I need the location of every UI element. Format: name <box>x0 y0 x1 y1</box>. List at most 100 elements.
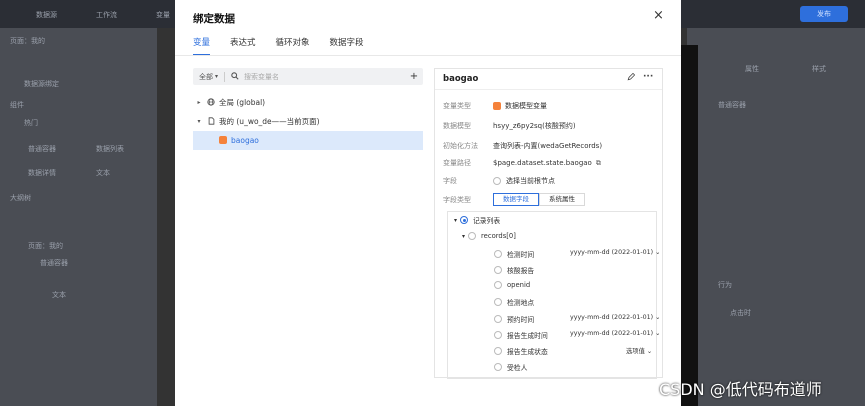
close-icon[interactable]: × <box>653 8 664 23</box>
chevron-down-icon[interactable]: ▾ <box>193 118 205 125</box>
prop-value: 查询列表-内置(wedaGetRecords) <box>493 142 603 150</box>
component-data-list[interactable]: 数据列表 <box>96 144 124 154</box>
field-item[interactable]: 受检人 <box>494 362 527 372</box>
style-tab[interactable]: 样式 <box>812 64 826 74</box>
field-label: 核酸报告 <box>507 267 535 275</box>
field-item[interactable]: 检测地点 <box>494 297 534 307</box>
option-value-dropdown[interactable]: 选项值 ⌄ <box>626 346 652 355</box>
publish-button[interactable]: 发布 <box>800 6 848 22</box>
detail-header: baogao ··· <box>435 69 662 90</box>
radio-button[interactable] <box>494 250 502 258</box>
more-icon[interactable]: ··· <box>643 72 653 82</box>
outline-text-node[interactable]: 文本 <box>52 290 66 300</box>
prop-value: $page.dataset.state.baogao <box>493 159 592 167</box>
field-label: 预约时间 <box>507 316 535 324</box>
outline-heading: 大纲树 <box>10 194 31 202</box>
globe-icon <box>205 97 217 108</box>
tree-item-global[interactable]: ▸ 全局 (global) <box>193 93 423 112</box>
radio-button[interactable] <box>494 298 502 306</box>
field-label: 受检人 <box>507 364 528 372</box>
prop-key: 字段 <box>443 177 457 185</box>
edit-icon[interactable] <box>627 72 636 84</box>
dialog-title: 绑定数据 <box>193 13 235 25</box>
page-selector[interactable]: 页面：我的 <box>10 36 45 46</box>
component-text[interactable]: 文本 <box>96 168 110 178</box>
field-item[interactable]: 检测时间 <box>494 249 534 259</box>
search-separator <box>224 71 226 82</box>
selected-component-title: 普通容器 <box>718 101 746 109</box>
tabs-divider <box>175 55 681 56</box>
tree-item-label: baogao <box>231 136 259 145</box>
radio-button[interactable] <box>494 331 502 339</box>
radio-button[interactable] <box>494 315 502 323</box>
field-type-system-attr[interactable]: 系统属性 <box>539 193 585 206</box>
radio-button-checked[interactable] <box>460 216 469 224</box>
chevron-down-icon: ⌄ <box>655 249 661 256</box>
topbar-datasource[interactable]: 数据源 <box>36 10 57 20</box>
radio-button[interactable] <box>468 232 477 240</box>
field-item[interactable]: 预约时间 <box>494 314 534 324</box>
date-format-dropdown[interactable]: yyyy-mm-dd (2022-01-01) ⌄ <box>570 314 660 321</box>
radio-button[interactable] <box>494 281 502 289</box>
prop-key: 字段类型 <box>443 195 471 204</box>
tab-loop-object[interactable]: 循环对象 <box>276 36 310 56</box>
app-right-sidebar <box>687 28 865 406</box>
tab-data-field[interactable]: 数据字段 <box>330 36 364 56</box>
dialog-tabs: 变量 表达式 循环对象 数据字段 <box>193 36 384 56</box>
date-format-dropdown[interactable]: yyyy-mm-dd (2022-01-01) ⌄ <box>570 330 660 337</box>
component-container[interactable]: 普通容器 <box>28 144 56 154</box>
topbar-variables[interactable]: 变量 <box>156 10 170 20</box>
chevron-down-icon: ⌄ <box>646 348 653 355</box>
field-label: 检测地点 <box>507 299 535 307</box>
outline-container-node[interactable]: 普通容器 <box>40 258 68 268</box>
datasource-bind-link[interactable]: 数据源绑定 <box>24 79 59 89</box>
field-label: 报告生成状态 <box>507 348 548 356</box>
format-value: yyyy-mm-dd (2022-01-01) <box>570 330 654 337</box>
radio-button[interactable] <box>494 347 502 355</box>
on-click-event[interactable]: 点击时 <box>730 308 751 318</box>
tree-item-label: 全局 (global) <box>219 98 266 107</box>
prop-variable-type: 变量类型 数据模型变量 <box>443 101 547 111</box>
field-type-data-field[interactable]: 数据字段 <box>493 193 539 206</box>
tab-variables[interactable]: 变量 <box>193 36 211 56</box>
scope-label: 全部 <box>199 72 213 81</box>
chevron-right-icon[interactable]: ▸ <box>193 99 205 106</box>
field-tree: ▾ 记录列表 ▾ records[0] 检测时间 yyyy-mm-dd (202… <box>447 211 660 379</box>
scope-dropdown[interactable]: 全部 ▾ <box>193 72 224 82</box>
field-item[interactable]: openid <box>494 281 530 289</box>
outline-page-node[interactable]: 页面：我的 <box>28 241 63 251</box>
component-data-detail[interactable]: 数据详情 <box>28 168 56 178</box>
field-label: records[0] <box>481 232 516 240</box>
field-item[interactable]: 报告生成时间 <box>494 330 548 340</box>
field-tree-records[interactable]: ▾ records[0] <box>462 232 516 240</box>
variable-name: baogao <box>443 74 479 84</box>
chevron-down-icon[interactable]: ▾ <box>454 217 457 224</box>
radio-button[interactable] <box>493 177 501 185</box>
page-icon <box>205 116 217 127</box>
watermark: CSDN @低代码布道师 <box>659 380 822 399</box>
tab-expression[interactable]: 表达式 <box>230 36 256 56</box>
field-label: 检测时间 <box>507 251 535 259</box>
radio-button[interactable] <box>494 363 502 371</box>
chevron-down-icon[interactable]: ▾ <box>462 233 465 240</box>
field-item[interactable]: 报告生成状态 <box>494 346 548 356</box>
prop-field: 字段 选择当前根节点 <box>443 176 555 186</box>
props-tab[interactable]: 属性 <box>745 64 759 74</box>
field-tree-root[interactable]: ▾ 记录列表 <box>454 215 500 225</box>
select-root-node[interactable]: 选择当前根节点 <box>493 176 555 186</box>
field-item[interactable]: 核酸报告 <box>494 265 534 275</box>
topbar-workflow[interactable]: 工作流 <box>96 10 117 20</box>
search-icon <box>231 71 239 82</box>
radio-button[interactable] <box>494 266 502 274</box>
date-format-dropdown[interactable]: yyyy-mm-dd (2022-01-01) ⌄ <box>570 249 660 256</box>
copy-icon[interactable]: ⧉ <box>596 159 601 168</box>
chevron-down-icon: ▾ <box>215 73 219 80</box>
prop-key: 数据模型 <box>443 122 471 130</box>
chevron-down-icon: ⌄ <box>655 314 661 321</box>
tree-item-current-page[interactable]: ▾ 我的 (u_wo_de——当前页面) <box>193 112 423 131</box>
hot-components-tab[interactable]: 热门 <box>24 118 38 128</box>
variable-search-input[interactable]: 搜索变量名 <box>244 72 405 82</box>
tree-item-baogao[interactable]: baogao <box>193 131 423 150</box>
variable-detail-panel: baogao ··· 变量类型 数据模型变量 数据模型 hsyy_z6py2sq… <box>434 68 663 379</box>
add-variable-button[interactable]: + <box>405 71 423 82</box>
